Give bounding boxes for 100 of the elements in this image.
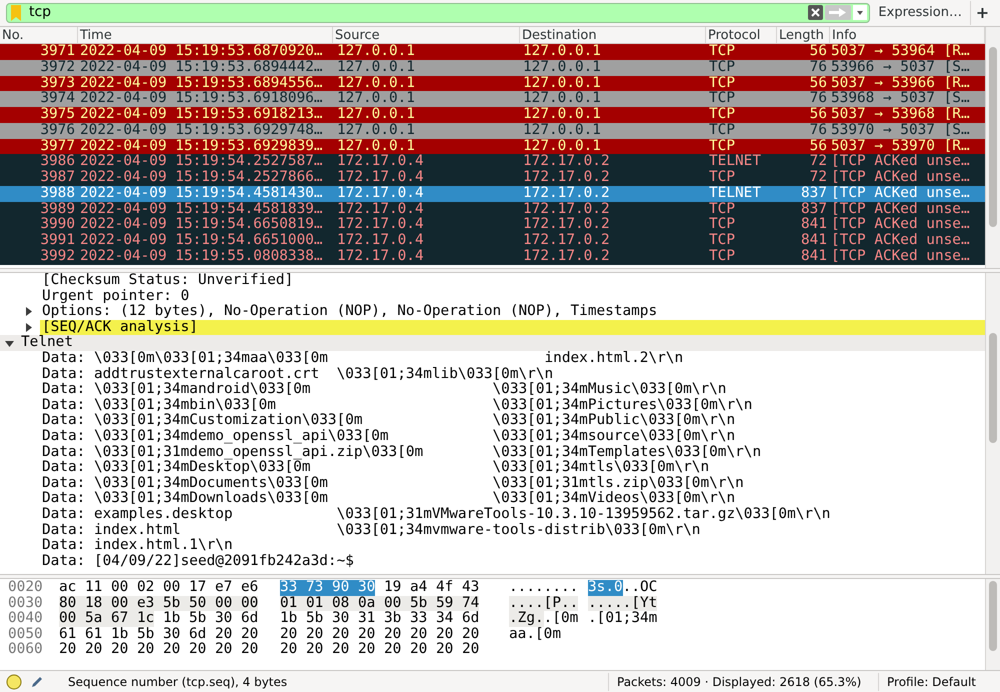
profile-text[interactable]: Profile: Default <box>878 672 994 690</box>
detail-line[interactable]: Data: index.html \033[01;34mvmware-tools-distrib\033[0m\r\n <box>42 522 700 538</box>
packet-row[interactable]: 3989 2022-04-09 15:19:54.4581839… 172.17.0.4 172.17.0.2 TCP 837 [TCP ACKed unse… <box>0 202 985 218</box>
ascii-text[interactable]: .Zg. <box>509 611 544 627</box>
hex-bytes[interactable]: 1b 5b 30 6d <box>162 611 258 627</box>
ascii-text[interactable]: ..OC <box>622 580 658 596</box>
table-cell-text: TCP <box>708 122 736 138</box>
detail-line[interactable]: Data: \033[01;31mdemo_openssl_api.zip\033[0m \033[01;34mTemplates\033[0m\r\n <box>42 444 762 460</box>
table-cell-text: 2022-04-09 15:19:54.4581839… <box>79 202 324 217</box>
hex-bytes[interactable]: ac 11 00 02 00 17 e7 e6 <box>59 580 258 596</box>
hex-bytes[interactable]: 61 61 1b 5b 30 6d 20 20 <box>59 626 258 642</box>
detail-line[interactable]: [Checksum Status: Unverified] <box>40 273 294 289</box>
packet-row[interactable]: 3992 2022-04-09 15:19:55.0808338… 172.17.0.4 172.17.0.2 TCP 841 [TCP ACKed unse… <box>0 248 985 264</box>
packet-row[interactable]: 3977 2022-04-09 15:19:53.6929839… 127.0.0.1 127.0.0.1 TCP 56 5037 → 53970 [R… <box>0 138 985 154</box>
pencil-icon[interactable] <box>30 674 44 688</box>
table-cell-text: 172.17.0.4 <box>336 248 425 264</box>
packet-row[interactable]: 3988 2022-04-09 15:19:54.4581430… 172.17.0.4 172.17.0.2 TELNET 837 [TCP ACKed unse… <box>0 186 985 202</box>
table-cell-text: 56 <box>810 107 828 123</box>
scrollbar[interactable] <box>985 579 1000 670</box>
ascii-text[interactable]: .....[Yt <box>588 596 658 612</box>
expression-button[interactable]: Expression… <box>874 2 966 22</box>
collapsed-arrow-icon[interactable] <box>24 323 33 332</box>
field-info-text: Sequence number (tcp.seq), 4 bytes <box>68 674 288 690</box>
table-cell-text: 2022-04-09 15:19:54.2527587… <box>79 154 324 170</box>
ascii-text[interactable]: .[0m <box>544 611 578 627</box>
byte-offset: 0050 <box>7 626 44 642</box>
hex-bytes[interactable]: 20 20 20 20 20 20 20 20 <box>280 626 480 642</box>
detail-line[interactable]: Data: addtrustexternalcaroot.crt \033[01;34mlib\033[0m\r\n <box>42 366 554 382</box>
table-cell-text: 2022-04-09 15:19:53.6929839… <box>79 138 324 154</box>
ascii-text[interactable]: ....[P.. <box>509 596 578 612</box>
detail-line[interactable]: Data: \033[01;34mCustomization\033[0m \033[01;34mPublic\033[0m\r\n <box>42 413 736 429</box>
packet-count-text: Packets: 4009 · Displayed: 2618 (65.3%) <box>608 672 870 690</box>
table-cell-text: 72 <box>810 154 828 170</box>
detail-line[interactable]: Urgent pointer: 0 <box>40 288 190 304</box>
detail-line[interactable]: Data: \033[01;34mdemo_openssl_api\033[0m \033[01;34msource\033[0m\r\n <box>42 428 736 445</box>
table-cell-text: 5037 → 53964 [R… <box>830 44 971 60</box>
detail-line[interactable]: Data: \033[01;34mDesktop\033[0m \033[01;34mtls\033[0m\r\n <box>42 460 710 476</box>
ascii-text[interactable]: .[01;34m <box>588 611 658 627</box>
ascii-text[interactable]: ........ <box>509 580 578 596</box>
hex-bytes[interactable]: 01 01 08 0a 00 5b 59 74 <box>280 596 480 612</box>
hex-bytes[interactable]: 00 5a 67 1c <box>59 611 154 627</box>
table-cell-text: 127.0.0.1 <box>336 60 416 76</box>
dropdown-caret-icon[interactable] <box>853 5 868 20</box>
detail-line[interactable]: Data: \033[0m\033[01;34maa\033[0m index.html.2\r\n <box>42 350 684 367</box>
table-cell-text: 3973 <box>40 76 76 91</box>
detail-line[interactable]: Data: \033[01;34mDocuments\033[0m \033[01;31mtls.zip\033[0m\r\n <box>42 476 744 492</box>
table-cell-text: [TCP ACKed unse… <box>830 233 971 249</box>
detail-line[interactable]: Options: (12 bytes), No-Operation (NOP), No-Operation (NOP), Timestamps <box>40 304 658 320</box>
table-cell-text: 127.0.0.1 <box>336 122 416 138</box>
scrollbar[interactable] <box>985 273 1000 574</box>
detail-line[interactable]: Data: \033[01;34mbin\033[0m \033[01;34mPictures\033[0m\r\n <box>42 398 752 414</box>
packet-row[interactable]: 3974 2022-04-09 15:19:53.6918096… 127.0.0.1 127.0.0.1 TCP 76 53968 → 5037 [S… <box>0 91 985 107</box>
table-cell-text: 56 <box>810 76 828 91</box>
table-cell-text: 837 <box>801 186 828 202</box>
table-cell-text: 2022-04-09 15:19:53.6894442… <box>79 60 324 76</box>
clear-icon[interactable] <box>808 5 824 20</box>
table-cell-text: 127.0.0.1 <box>336 138 416 154</box>
hex-bytes[interactable]: 20 20 20 20 20 20 20 20 <box>280 642 480 658</box>
hex-bytes[interactable]: 33 73 90 30 <box>280 580 376 596</box>
expert-info-icon[interactable] <box>6 674 22 690</box>
hex-bytes[interactable]: 19 a4 4f 43 <box>384 580 480 596</box>
packet-row[interactable]: 3972 2022-04-09 15:19:53.6894442… 127.0.0.1 127.0.0.1 TCP 76 53966 → 5037 [S… <box>0 60 985 76</box>
table-cell-text: TELNET <box>708 186 762 202</box>
table-cell-text: 172.17.0.2 <box>522 202 611 217</box>
packet-row[interactable]: 3975 2022-04-09 15:19:53.6918213… 127.0.0.1 127.0.0.1 TCP 56 5037 → 53968 [R… <box>0 107 985 123</box>
table-cell-text: 76 <box>810 122 828 138</box>
hex-bytes[interactable]: 1b 5b 30 31 3b 33 34 6d <box>280 611 480 627</box>
table-cell-text: 172.17.0.2 <box>522 186 611 202</box>
detail-line[interactable]: Data: [04/09/22]seed@2091fb242a3d:~$ <box>42 554 354 570</box>
table-cell-text: 56 <box>810 44 828 60</box>
table-cell-text: 3989 <box>40 202 76 217</box>
packet-row[interactable]: 3971 2022-04-09 15:19:53.6870920… 127.0.0.1 127.0.0.1 TCP 56 5037 → 53964 [R… <box>0 44 985 60</box>
ascii-text[interactable]: aa.[0m <box>509 626 561 642</box>
packet-row[interactable]: 3986 2022-04-09 15:19:54.2527587… 172.17.0.4 172.17.0.2 TELNET 72 [TCP ACKed unse… <box>0 154 985 170</box>
ascii-text[interactable]: 3s.0 <box>588 580 623 596</box>
packet-row[interactable]: 3990 2022-04-09 15:19:54.6650819… 172.17.0.4 172.17.0.2 TCP 841 [TCP ACKed unse… <box>0 217 985 233</box>
table-cell-text: 3988 <box>40 186 76 202</box>
detail-line[interactable]: Data: examples.desktop \033[01;31mVMwareTools-10.3.10-13959562.tar.gz\033[0m\r\n <box>42 506 830 522</box>
table-cell-text: TCP <box>708 217 736 233</box>
scrollbar[interactable] <box>985 27 1000 268</box>
table-cell-text: 837 <box>801 202 828 217</box>
table-cell-text: 127.0.0.1 <box>336 76 416 91</box>
detail-line[interactable]: Data: \033[01;34mandroid\033[0m \033[01;34mMusic\033[0m\r\n <box>42 382 726 398</box>
table-cell-text: TCP <box>708 170 736 186</box>
hex-bytes[interactable]: 20 20 20 20 20 20 20 20 <box>59 642 258 658</box>
table-cell-text: 3976 <box>40 122 76 138</box>
add-button[interactable]: + <box>970 0 994 24</box>
table-cell-text: TCP <box>708 233 736 249</box>
detail-line[interactable]: Data: index.html.1\r\n <box>42 538 233 554</box>
detail-line[interactable]: Data: \033[01;34mDownloads\033[0m \033[01;34mVideos\033[0m\r\n <box>42 491 736 507</box>
detail-line[interactable]: Telnet <box>21 335 73 351</box>
packet-row[interactable]: 3973 2022-04-09 15:19:53.6894556… 127.0.0.1 127.0.0.1 TCP 56 5037 → 53966 [R… <box>0 76 985 92</box>
expanded-arrow-icon[interactable] <box>5 338 14 348</box>
packet-row[interactable]: 3991 2022-04-09 15:19:54.6651000… 172.17.0.4 172.17.0.2 TCP 841 [TCP ACKed unse… <box>0 233 985 249</box>
collapsed-arrow-icon[interactable] <box>24 307 33 316</box>
hex-bytes[interactable]: 80 18 00 e3 5b 50 00 00 <box>59 596 258 612</box>
byte-offset: 0060 <box>7 642 44 658</box>
filter-field[interactable]: tcp <box>6 2 870 22</box>
packet-row[interactable]: 3976 2022-04-09 15:19:53.6929748… 127.0.0.1 127.0.0.1 TCP 76 53970 → 5037 [S… <box>0 122 985 138</box>
packet-row[interactable]: 3987 2022-04-09 15:19:54.2527866… 172.17.0.4 172.17.0.2 TCP 72 [TCP ACKed unse… <box>0 170 985 186</box>
